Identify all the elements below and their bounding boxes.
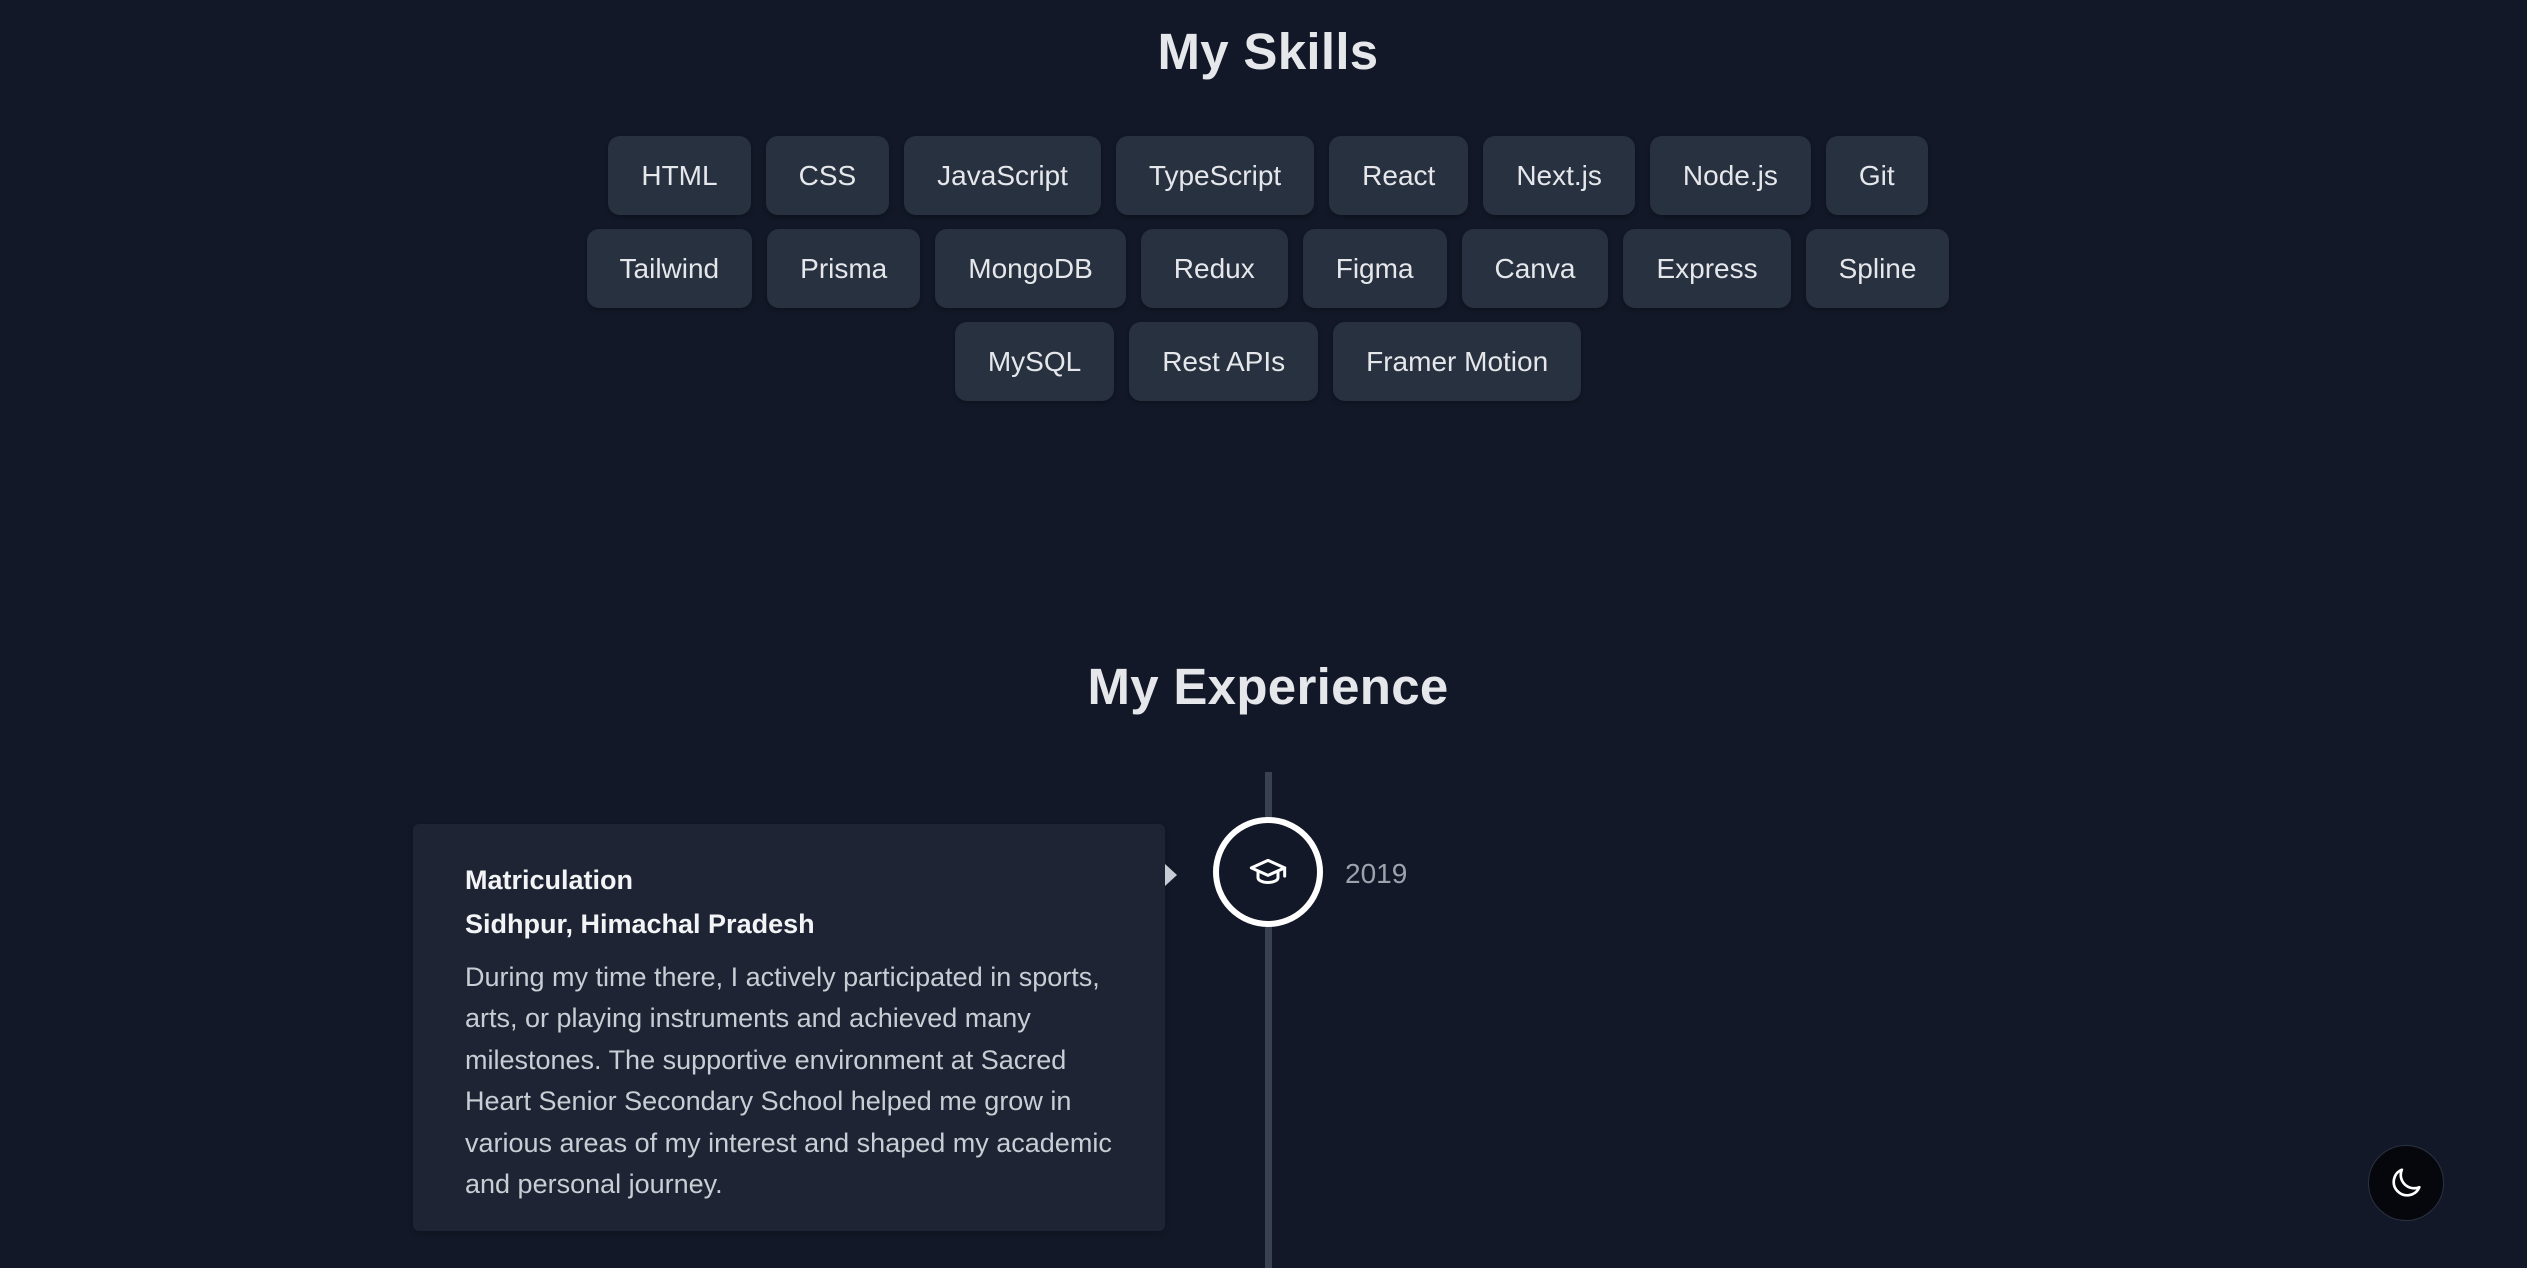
graduation-cap-icon [1213,817,1323,927]
page: My Skills HTML CSS JavaScript TypeScript… [0,0,2527,1268]
skill-chip-canva: Canva [1461,229,1609,308]
skill-chip-nextjs: Next.js [1483,136,1635,215]
skill-chip-nodejs: Node.js [1649,136,1811,215]
skill-chip-react: React [1329,136,1469,215]
skill-chip-prisma: Prisma [767,229,921,308]
moon-icon [2386,1163,2426,1203]
experience-location: Sidhpur, Himachal Pradesh [465,909,815,940]
theme-toggle-button[interactable] [2368,1145,2444,1221]
skill-chip-tailwind: Tailwind [586,229,753,308]
card-arrow [1165,864,1177,886]
timeline-date: 2019 [1345,858,1408,889]
skill-chip-figma: Figma [1302,229,1447,308]
skill-chip-express: Express [1623,229,1791,308]
skill-chip-css: CSS [765,136,890,215]
skills-heading: My Skills [1157,23,1379,80]
skills-row-2: Tailwind Prisma MongoDB Redux Figma Canv… [0,229,2527,308]
experience-card: Matriculation Sidhpur, Himachal Pradesh … [413,824,1165,1231]
skill-chip-framer-motion: Framer Motion [1333,322,1582,401]
skills-row-1: HTML CSS JavaScript TypeScript React Nex… [0,136,2527,215]
experience-title: Matriculation [465,865,634,895]
skill-chip-redux: Redux [1140,229,1288,308]
skill-chip-mongodb: MongoDB [935,229,1126,308]
skill-chip-html: HTML [608,136,751,215]
skill-chip-rest-apis: Rest APIs [1129,322,1319,401]
skill-chip-typescript: TypeScript [1115,136,1315,215]
skill-chip-javascript: JavaScript [904,136,1101,215]
skill-chip-git: Git [1825,136,1928,215]
skill-chip-spline: Spline [1805,229,1950,308]
experience-description: During my time there, I actively partici… [465,961,1112,1200]
experience-heading: My Experience [1087,658,1449,715]
skills-row-3: MySQL Rest APIs Framer Motion [0,322,2527,401]
skill-chip-mysql: MySQL [954,322,1115,401]
